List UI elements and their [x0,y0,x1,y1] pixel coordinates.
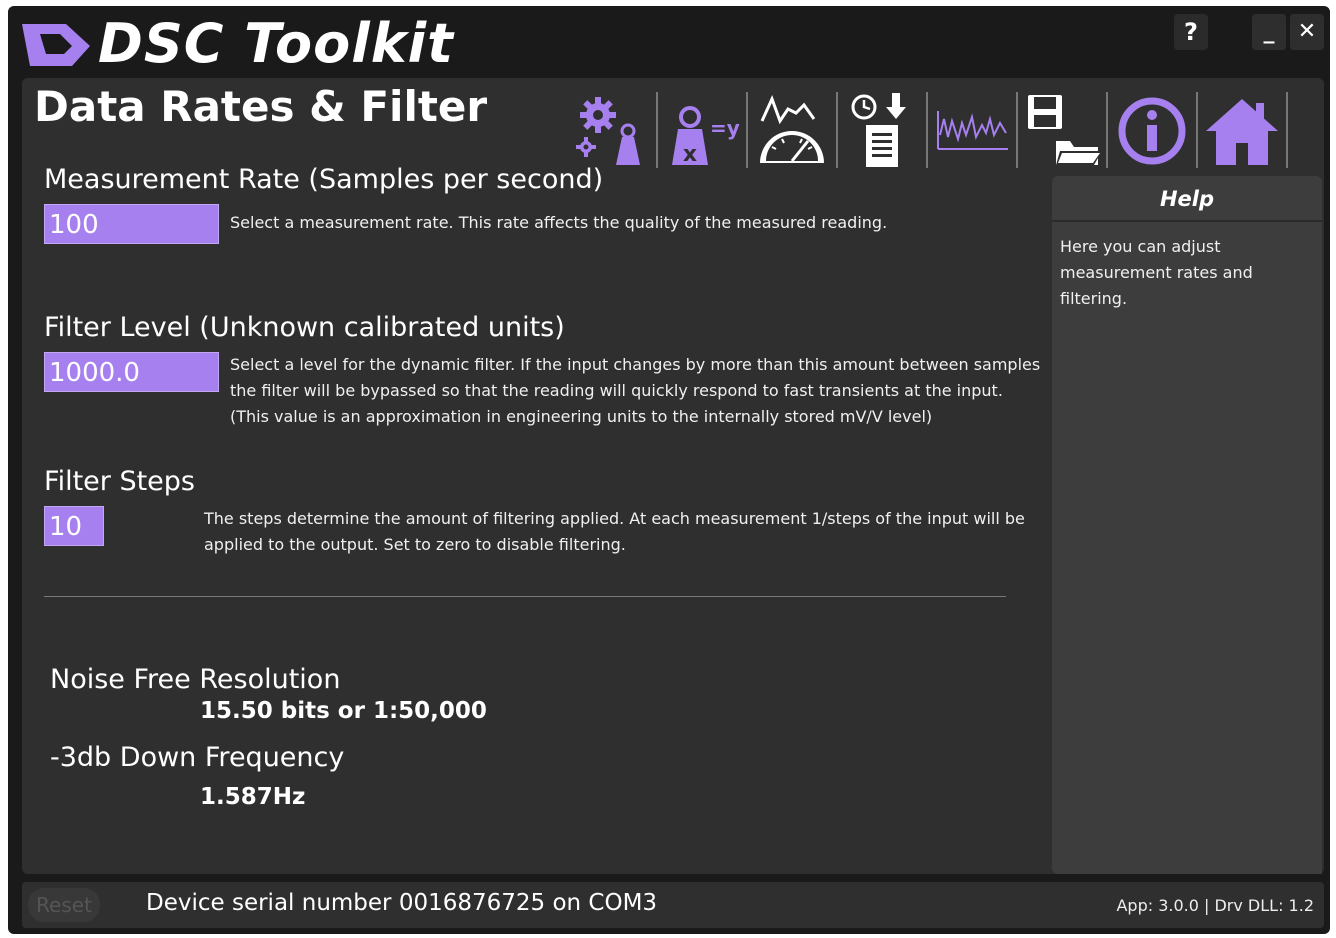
clock-download-document-icon [851,93,906,167]
measurement-rate-input[interactable]: 100 [44,204,219,244]
help-panel: Help Here you can adjust measurement rat… [1052,176,1322,874]
gears-weight-icon [576,97,640,165]
disk-folder-icon [1028,95,1102,165]
app-title: DSC Toolkit [98,12,454,75]
save-load-tool-button[interactable] [1020,84,1104,178]
toolbar-separator [926,92,928,168]
down-frequency-value: 1.587Hz [200,784,306,810]
status-bar: Reset Device serial number 0016876725 on… [22,882,1324,928]
toolbar-separator [1016,92,1018,168]
calibration-tool-button[interactable]: x =y [660,84,744,178]
home-icon [1206,99,1278,165]
noise-free-resolution-label: Noise Free Resolution [50,664,341,695]
dsc-logo-icon [22,24,90,66]
main-content: Data Rates & Filter x =y Measurement Rat… [22,78,1324,874]
down-frequency-label: -3db Down Frequency [50,742,345,773]
info-icon [1118,97,1186,165]
toolbar-separator [1286,92,1288,168]
filter-steps-label: Filter Steps [44,466,195,497]
minimize-button[interactable]: _ [1252,14,1286,50]
gauge-graph-icon [760,95,824,163]
toolbar-separator [1106,92,1108,168]
app-window: DSC Toolkit ? _ ✕ Data Rates & Filter x … [8,6,1330,934]
help-title: Help [1052,176,1322,222]
title-bar: DSC Toolkit ? _ ✕ [8,6,1330,78]
filter-steps-input[interactable]: 10 [44,506,104,546]
x-equals-y-icon: x =y [672,106,740,167]
version-text: App: 3.0.0 | Drv DLL: 1.2 [1116,896,1314,915]
x-label: x [683,142,697,167]
help-text: Here you can adjust measurement rates an… [1060,237,1253,308]
logging-tool-button[interactable] [840,84,924,178]
help-button[interactable]: ? [1174,14,1208,50]
device-serial-text: Device serial number 0016876725 on COM3 [146,890,658,916]
chart-tool-button[interactable] [930,84,1014,178]
measurement-rate-label: Measurement Rate (Samples per second) [44,164,604,195]
measurement-rate-description: Select a measurement rate. This rate aff… [230,213,888,232]
waveform-icon [937,111,1008,150]
filter-steps-description: The steps determine the amount of filter… [204,509,1025,554]
home-tool-button[interactable] [1200,84,1284,178]
page-title: Data Rates & Filter [34,82,488,131]
equals-y-label: =y [710,116,740,140]
toolbar-separator [656,92,658,168]
toolbar-separator [1196,92,1198,168]
filter-level-description: Select a level for the dynamic filter. I… [230,355,1041,426]
filter-level-label: Filter Level (Unknown calibrated units) [44,312,565,343]
section-divider [44,596,1006,597]
gauge-tool-button[interactable] [750,84,834,178]
toolbar-separator [836,92,838,168]
noise-free-resolution-value: 15.50 bits or 1:50,000 [200,698,487,724]
reset-button[interactable]: Reset [28,888,100,922]
close-button[interactable]: ✕ [1290,14,1324,50]
info-tool-button[interactable] [1110,84,1194,178]
toolbar-separator [746,92,748,168]
filter-level-input[interactable]: 1000.0 [44,352,219,392]
